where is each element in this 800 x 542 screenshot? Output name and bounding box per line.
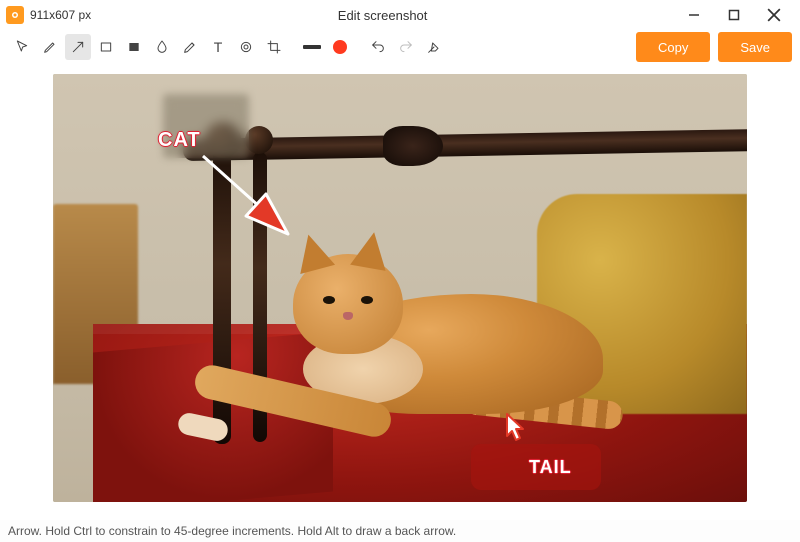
line-thickness-control[interactable] — [299, 34, 325, 60]
marker-tool[interactable] — [177, 34, 203, 60]
status-hint: Arrow. Hold Ctrl to constrain to 45-degr… — [8, 524, 456, 538]
image-dimensions: 911x607 px — [30, 8, 91, 22]
minimize-button[interactable] — [674, 0, 714, 30]
redo-button[interactable] — [393, 34, 419, 60]
app-icon — [6, 6, 24, 24]
blur-tool[interactable] — [149, 34, 175, 60]
title-bar: 911x607 px Edit screenshot — [0, 0, 800, 30]
window-title: Edit screenshot — [91, 8, 674, 23]
clear-button[interactable] — [421, 34, 447, 60]
crop-tool[interactable] — [261, 34, 287, 60]
cursor-tool[interactable] — [9, 34, 35, 60]
copy-button[interactable]: Copy — [636, 32, 710, 62]
annotation-text-cat[interactable]: CAT — [158, 129, 201, 152]
color-picker[interactable] — [327, 34, 353, 60]
annotation-pointer-tail[interactable] — [503, 412, 527, 447]
text-tool[interactable]: T — [205, 34, 231, 60]
canvas-area[interactable]: CAT TAIL — [0, 64, 800, 520]
maximize-button[interactable] — [714, 0, 754, 30]
pen-tool[interactable] — [37, 34, 63, 60]
screenshot-canvas[interactable]: CAT TAIL — [53, 74, 747, 502]
undo-button[interactable] — [365, 34, 391, 60]
save-button[interactable]: Save — [718, 32, 792, 62]
arrow-tool[interactable] — [65, 34, 91, 60]
rectangle-tool[interactable] — [93, 34, 119, 60]
annotation-text-tail[interactable]: TAIL — [529, 457, 572, 478]
filled-rectangle-tool[interactable] — [121, 34, 147, 60]
counter-tool[interactable] — [233, 34, 259, 60]
toolbar: T Copy Save — [0, 30, 800, 64]
close-button[interactable] — [754, 0, 794, 30]
status-bar: Arrow. Hold Ctrl to constrain to 45-degr… — [0, 520, 800, 542]
